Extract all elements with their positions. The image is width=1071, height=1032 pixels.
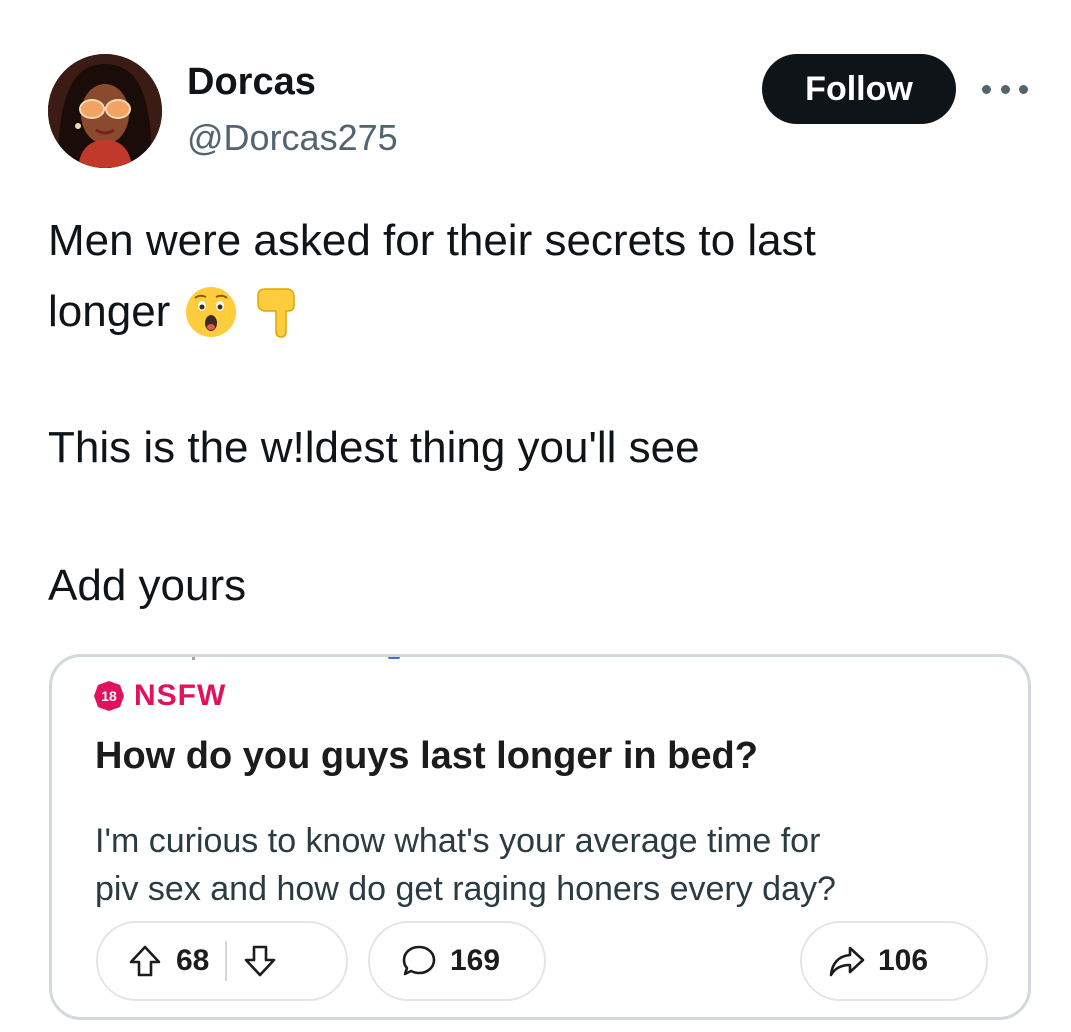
- post-body: I'm curious to know what's your average …: [95, 817, 836, 913]
- share-count: 106: [878, 944, 929, 977]
- pointing-down-emoji-icon: [257, 288, 296, 338]
- follow-button[interactable]: Follow: [762, 54, 956, 124]
- post-body-line: piv sex and how do get raging honers eve…: [95, 870, 836, 908]
- comments-button[interactable]: 169: [368, 921, 546, 1001]
- vote-pill: 68: [96, 921, 348, 1001]
- more-horizontal-icon[interactable]: [982, 78, 1028, 100]
- upvote-count: 68: [176, 944, 210, 977]
- dot: [1000, 84, 1010, 94]
- tweet-text-line: longer: [48, 284, 306, 340]
- display-name[interactable]: Dorcas: [187, 60, 316, 104]
- downvote-arrow-icon[interactable]: [241, 942, 279, 980]
- astonished-face-emoji-icon: [186, 287, 237, 337]
- avatar[interactable]: [48, 54, 162, 168]
- share-button[interactable]: 106: [800, 921, 988, 1001]
- age-18-badge-icon: 18: [94, 681, 124, 711]
- embedded-post-card[interactable]: 18 NSFW How do you guys last longer in b…: [49, 654, 1031, 1020]
- tweet-text-fragment: longer: [48, 287, 171, 336]
- post-title: How do you guys last longer in bed?: [95, 735, 758, 777]
- user-handle[interactable]: @Dorcas275: [187, 116, 398, 160]
- vote-divider: [225, 941, 228, 981]
- comment-count: 169: [450, 944, 501, 977]
- tweet-text-line: Add yours: [48, 561, 247, 610]
- avatar-illustration-icon: [48, 54, 162, 168]
- post-body-line: I'm curious to know what's your average …: [95, 822, 821, 860]
- nsfw-label: NSFW: [134, 679, 227, 712]
- tweet-text-line: Men were asked for their secrets to last: [48, 216, 816, 265]
- share-arrow-icon: [829, 946, 865, 977]
- nsfw-tag: 18 NSFW: [92, 679, 226, 713]
- upvote-arrow-icon[interactable]: [126, 942, 164, 980]
- badge-number: 18: [101, 688, 117, 704]
- card-top-fragment: [192, 657, 400, 660]
- comment-bubble-icon: [402, 945, 436, 976]
- dot: [1019, 84, 1028, 94]
- dot: [982, 84, 991, 94]
- tweet-text-line: This is the w!ldest thing you'll see: [48, 423, 700, 472]
